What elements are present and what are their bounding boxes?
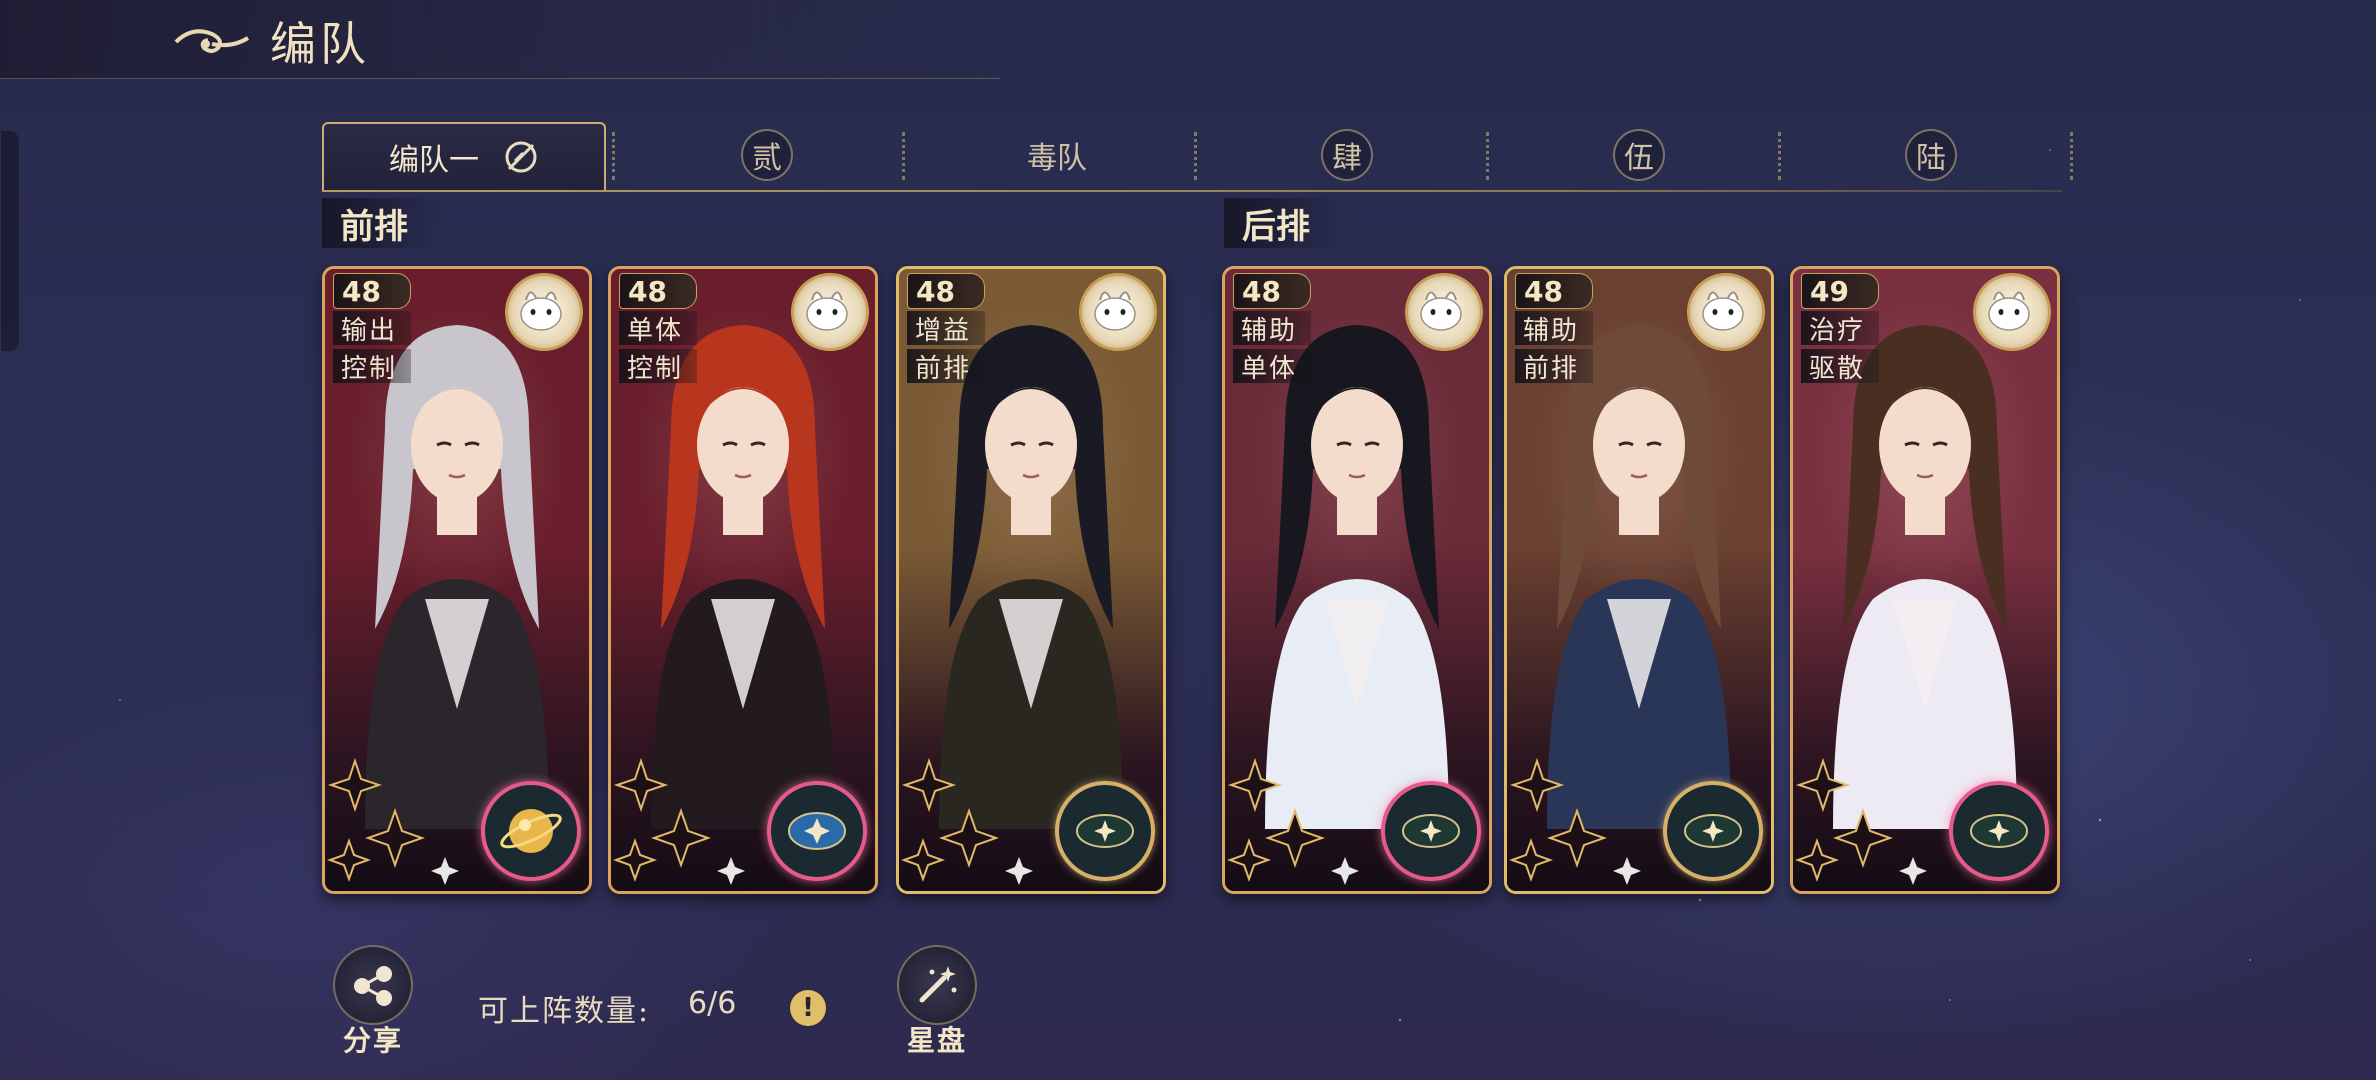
tab-label: 肆 <box>1321 129 1373 181</box>
role-tag: 治疗 <box>1801 311 1880 346</box>
role-tag: 增益 <box>907 311 986 346</box>
back-row-label: 后排 <box>1224 198 1346 248</box>
role-tag: 单体 <box>1233 349 1312 384</box>
role-tag: 驱散 <box>1801 349 1880 384</box>
deploy-count-value: 6/6 <box>688 986 737 1021</box>
star-compass-icon[interactable] <box>1381 781 1481 881</box>
role-tag: 辅助 <box>1233 311 1312 346</box>
monkey-icon <box>1405 273 1483 351</box>
tab-team-5[interactable]: 伍 <box>1494 122 1784 188</box>
rename-edit-icon[interactable] <box>503 139 539 175</box>
magic-wand-icon <box>897 945 977 1025</box>
tab-team-4[interactable]: 肆 <box>1202 122 1492 188</box>
cloud-swirl-icon <box>174 29 250 53</box>
tab-label: 贰 <box>741 129 793 181</box>
share-label: 分享 <box>342 1024 403 1057</box>
role-tag: 前排 <box>1515 349 1594 384</box>
deploy-count-label: 可上阵数量: <box>478 994 651 1029</box>
role-tag: 输出 <box>333 311 412 346</box>
white-sheep-icon <box>1973 273 2051 351</box>
info-icon[interactable]: ! <box>790 990 826 1026</box>
role-tag: 控制 <box>619 349 698 384</box>
sparkle-decoration <box>327 757 459 885</box>
sparkle-decoration <box>901 757 1033 885</box>
share-button[interactable]: 分享 <box>328 945 418 1059</box>
star-compass-icon[interactable] <box>1663 781 1763 881</box>
character-card[interactable]: 48 辅助 前排 <box>1504 266 1774 894</box>
level-badge: 48 <box>1515 273 1593 309</box>
character-card[interactable]: 48 增益 前排 <box>896 266 1166 894</box>
role-tag: 控制 <box>333 349 412 384</box>
tab-team-6[interactable]: 陆 <box>1786 122 2076 188</box>
tab-label: 毒队 <box>1027 141 1087 176</box>
level-badge: 48 <box>1233 273 1311 309</box>
star-chart-button[interactable]: 星盘 <box>892 945 982 1059</box>
white-sheep-icon <box>1687 273 1765 351</box>
character-card[interactable]: 48 单体 控制 <box>608 266 878 894</box>
page-title: 编队 <box>270 17 370 71</box>
character-card[interactable]: 48 辅助 单体 <box>1222 266 1492 894</box>
character-card[interactable]: 48 输出 控制 <box>322 266 592 894</box>
blue-star-compass-icon[interactable] <box>767 781 867 881</box>
role-tag: 单体 <box>619 311 698 346</box>
role-tag: 辅助 <box>1515 311 1594 346</box>
golden-orb-icon[interactable] <box>481 781 581 881</box>
team-tabs: 编队一 贰 毒队 肆 伍 陆 <box>322 122 2073 192</box>
side-drawer-handle[interactable] <box>0 130 20 352</box>
level-badge: 48 <box>907 273 985 309</box>
level-badge: 48 <box>333 273 411 309</box>
share-icon <box>333 945 413 1025</box>
page-header: 编队 <box>0 0 1000 79</box>
sparkle-decoration <box>613 757 745 885</box>
tab-team-3[interactable]: 毒队 <box>912 122 1202 188</box>
white-horse-icon <box>505 273 583 351</box>
star-compass-icon[interactable] <box>1055 781 1155 881</box>
character-card[interactable]: 49 治疗 驱散 <box>1790 266 2060 894</box>
sparkle-decoration <box>1227 757 1359 885</box>
front-row-label: 前排 <box>322 198 444 248</box>
tab-team-1[interactable]: 编队一 <box>322 122 606 190</box>
white-sheep-icon <box>1079 273 1157 351</box>
white-rabbit-icon <box>791 273 869 351</box>
tab-label: 伍 <box>1613 129 1665 181</box>
role-tag: 前排 <box>907 349 986 384</box>
star-chart-label: 星盘 <box>906 1024 967 1057</box>
star-compass-icon[interactable] <box>1949 781 2049 881</box>
tab-team-2[interactable]: 贰 <box>622 122 912 188</box>
tab-label: 编队一 <box>389 143 479 178</box>
level-badge: 48 <box>619 273 697 309</box>
tab-label: 陆 <box>1905 129 1957 181</box>
sparkle-decoration <box>1795 757 1927 885</box>
sparkle-decoration <box>1509 757 1641 885</box>
level-badge: 49 <box>1801 273 1879 309</box>
